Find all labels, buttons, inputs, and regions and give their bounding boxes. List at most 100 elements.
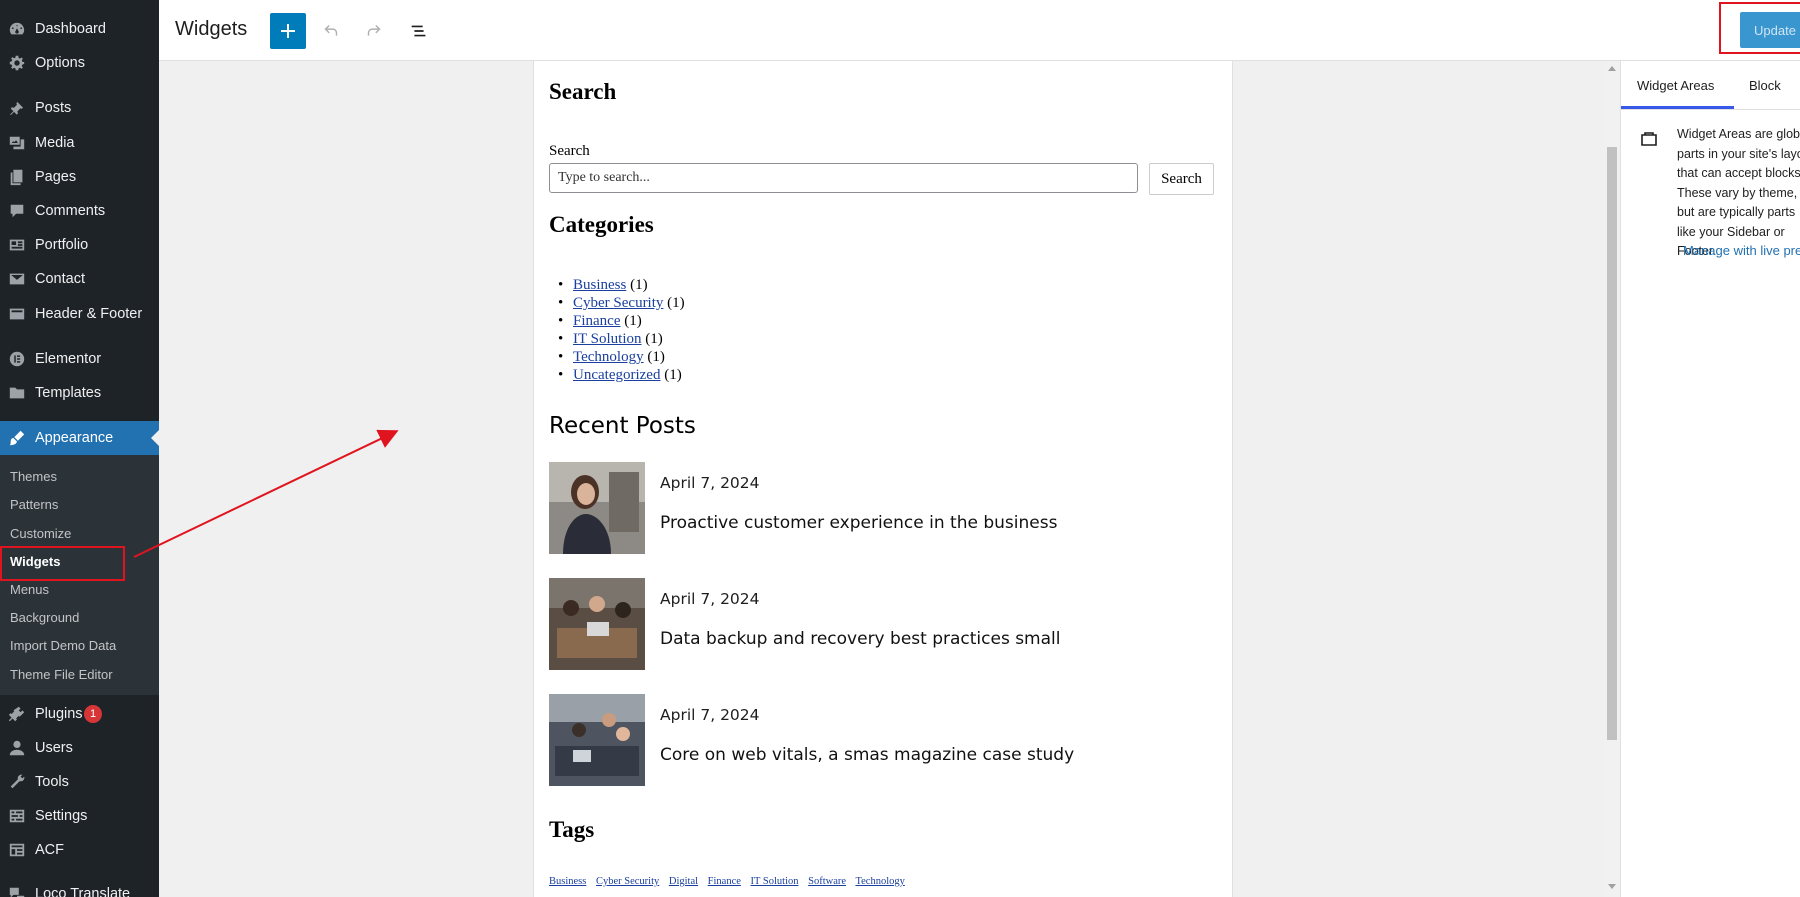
recent-post-item[interactable]: April 7, 2024 Core on web vitals, a smas… <box>549 694 1209 786</box>
submenu-theme-file-editor[interactable]: Theme File Editor <box>10 667 113 682</box>
sidebar-item-tools[interactable]: Tools <box>0 765 159 799</box>
tab-widget-areas[interactable]: Widget Areas <box>1637 78 1714 93</box>
sidebar-item-appearance[interactable]: Appearance <box>0 421 159 455</box>
category-link[interactable]: IT Solution <box>573 331 641 347</box>
plus-icon <box>281 24 295 38</box>
submenu-background[interactable]: Background <box>10 610 79 625</box>
post-title[interactable]: Core on web vitals, a smas magazine case… <box>660 745 1074 765</box>
pin-icon <box>8 99 26 117</box>
sidebar-item-label: Pages <box>35 169 77 185</box>
sidebar-item-templates[interactable]: Templates <box>0 376 159 410</box>
tag-link[interactable]: Technology <box>855 876 904 887</box>
tag-link[interactable]: Finance <box>708 876 741 887</box>
category-count: (1) <box>664 367 682 383</box>
scroll-down-icon[interactable] <box>1608 884 1616 889</box>
sidebar-item-label: Portfolio <box>35 237 89 253</box>
category-link[interactable]: Uncategorized <box>573 367 660 383</box>
sidebar-item-label: Options <box>35 55 85 71</box>
sidebar-item-loco-translate[interactable]: Loco Translate <box>0 877 159 897</box>
search-input[interactable] <box>549 163 1138 193</box>
scrollbar-thumb[interactable] <box>1607 147 1617 740</box>
tag-link[interactable]: Cyber Security <box>596 876 659 887</box>
editor-header: Widgets Update <box>159 0 1800 61</box>
post-title[interactable]: Proactive customer experience in the bus… <box>660 513 1057 533</box>
widgets-highlight-box <box>0 546 125 581</box>
submenu-menus[interactable]: Menus <box>10 582 49 597</box>
editor-scrollbar[interactable] <box>1605 61 1619 897</box>
manage-live-preview-link[interactable]: Manage with live preview <box>1683 243 1800 258</box>
sidebar-item-label: Dashboard <box>35 21 106 37</box>
submenu-import-demo-data[interactable]: Import Demo Data <box>10 638 116 653</box>
tag-link[interactable]: Software <box>808 876 846 887</box>
categories-list: Business (1) Cyber Security (1) Finance … <box>558 276 685 384</box>
sidebar-item-comments[interactable]: Comments <box>0 194 159 228</box>
redo-icon <box>367 24 381 36</box>
tag-link[interactable]: Business <box>549 876 586 887</box>
admin-sidebar: Dashboard Options Posts Media Pages Comm… <box>0 0 159 897</box>
search-widget-heading: Search <box>549 79 617 104</box>
post-date: April 7, 2024 <box>660 474 760 492</box>
sidebar-item-settings[interactable]: Settings <box>0 799 159 833</box>
sidebar-item-label: Elementor <box>35 351 102 367</box>
category-link[interactable]: Technology <box>573 349 644 365</box>
redo-button[interactable] <box>356 13 392 49</box>
sidebar-item-label: Plugins <box>35 706 83 722</box>
mail-icon <box>8 270 26 288</box>
category-link[interactable]: Business <box>573 277 626 293</box>
submenu-themes[interactable]: Themes <box>10 469 57 484</box>
tags-heading: Tags <box>549 817 595 842</box>
post-thumbnail[interactable] <box>549 694 645 786</box>
sidebar-item-label: Contact <box>35 271 85 287</box>
sidebar-item-posts[interactable]: Posts <box>0 91 159 125</box>
update-highlight-box <box>1719 2 1800 54</box>
tag-link[interactable]: Digital <box>669 876 698 887</box>
sidebar-item-elementor[interactable]: Elementor <box>0 342 159 376</box>
sidebar-item-label: Users <box>35 740 73 756</box>
recent-post-item[interactable]: April 7, 2024 Proactive customer experie… <box>549 462 1209 554</box>
post-thumbnail[interactable] <box>549 462 645 554</box>
wrench-icon <box>8 773 26 791</box>
scroll-up-icon[interactable] <box>1608 66 1616 71</box>
sidebar-item-label: Tools <box>35 774 69 790</box>
sidebar-item-plugins[interactable]: Plugins 1 <box>0 697 159 731</box>
sidebar-item-options[interactable]: Options <box>0 46 159 80</box>
sidebar-item-contact[interactable]: Contact <box>0 262 159 296</box>
list-item: Finance (1) <box>558 312 685 330</box>
list-view-icon <box>411 25 426 37</box>
widget-area-canvas: Search Search Search Categories Business… <box>533 61 1233 897</box>
recent-post-item[interactable]: April 7, 2024 Data backup and recovery b… <box>549 578 1209 670</box>
user-icon <box>8 739 26 757</box>
list-item: IT Solution (1) <box>558 330 685 348</box>
pages-icon <box>8 168 26 186</box>
submenu-patterns[interactable]: Patterns <box>10 497 58 512</box>
recent-posts-heading: Recent Posts <box>549 413 696 439</box>
tag-link[interactable]: IT Solution <box>751 876 799 887</box>
category-link[interactable]: Cyber Security <box>573 295 663 311</box>
post-thumbnail[interactable] <box>549 578 645 670</box>
add-block-button[interactable] <box>270 13 306 49</box>
submenu-customize[interactable]: Customize <box>10 526 71 541</box>
sidebar-item-label: Header & Footer <box>35 306 143 322</box>
undo-button[interactable] <box>313 13 349 49</box>
sidebar-item-acf[interactable]: ACF <box>0 833 159 867</box>
plugins-update-badge: 1 <box>84 705 102 723</box>
list-view-button[interactable] <box>401 13 437 49</box>
tab-block[interactable]: Block <box>1749 78 1781 93</box>
brush-icon <box>8 429 26 447</box>
sidebar-item-users[interactable]: Users <box>0 731 159 765</box>
tag-cloud: Business Cyber Security Digital Finance … <box>549 876 912 887</box>
list-item: Technology (1) <box>558 348 685 366</box>
category-count: (1) <box>624 313 642 329</box>
gear-icon <box>8 54 26 72</box>
sidebar-item-portfolio[interactable]: Portfolio <box>0 228 159 262</box>
post-title[interactable]: Data backup and recovery best practices … <box>660 629 1060 649</box>
page-title: Widgets <box>175 18 248 40</box>
dashboard-icon <box>8 20 26 38</box>
category-link[interactable]: Finance <box>573 313 620 329</box>
sidebar-item-dashboard[interactable]: Dashboard <box>0 12 159 46</box>
search-button[interactable]: Search <box>1149 163 1214 195</box>
translate-icon <box>8 885 26 897</box>
sidebar-item-header-footer[interactable]: Header & Footer <box>0 297 159 331</box>
sidebar-item-media[interactable]: Media <box>0 126 159 160</box>
sidebar-item-pages[interactable]: Pages <box>0 160 159 194</box>
